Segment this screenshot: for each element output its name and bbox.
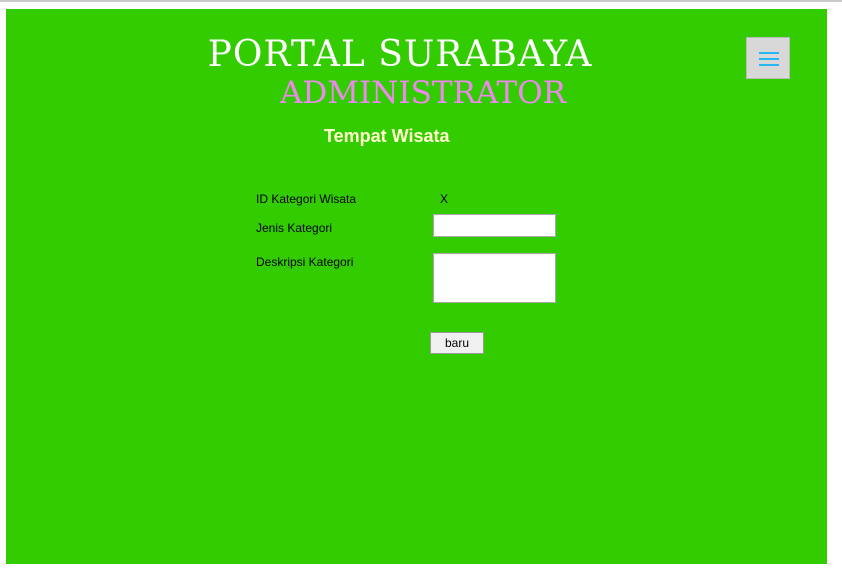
deskripsi-kategori-label: Deskripsi Kategori: [256, 255, 354, 269]
window-top-border: [0, 0, 842, 2]
page-heading: Tempat Wisata: [324, 126, 450, 146]
id-kategori-value: X: [440, 192, 449, 206]
jenis-kategori-input[interactable]: [433, 214, 556, 237]
site-subtitle: ADMINISTRATOR: [280, 75, 566, 111]
id-kategori-label: ID Kategori Wisata: [256, 192, 357, 206]
menu-button[interactable]: [746, 37, 790, 79]
deskripsi-kategori-textarea[interactable]: [433, 253, 556, 303]
main-panel: PORTAL SURABAYA ADMINISTRATOR Tempat Wis…: [6, 9, 827, 564]
right-edge: [827, 9, 842, 564]
baru-button[interactable]: baru: [430, 332, 484, 354]
jenis-kategori-label: Jenis Kategori: [256, 221, 333, 235]
site-title: PORTAL SURABAYA: [207, 34, 593, 75]
